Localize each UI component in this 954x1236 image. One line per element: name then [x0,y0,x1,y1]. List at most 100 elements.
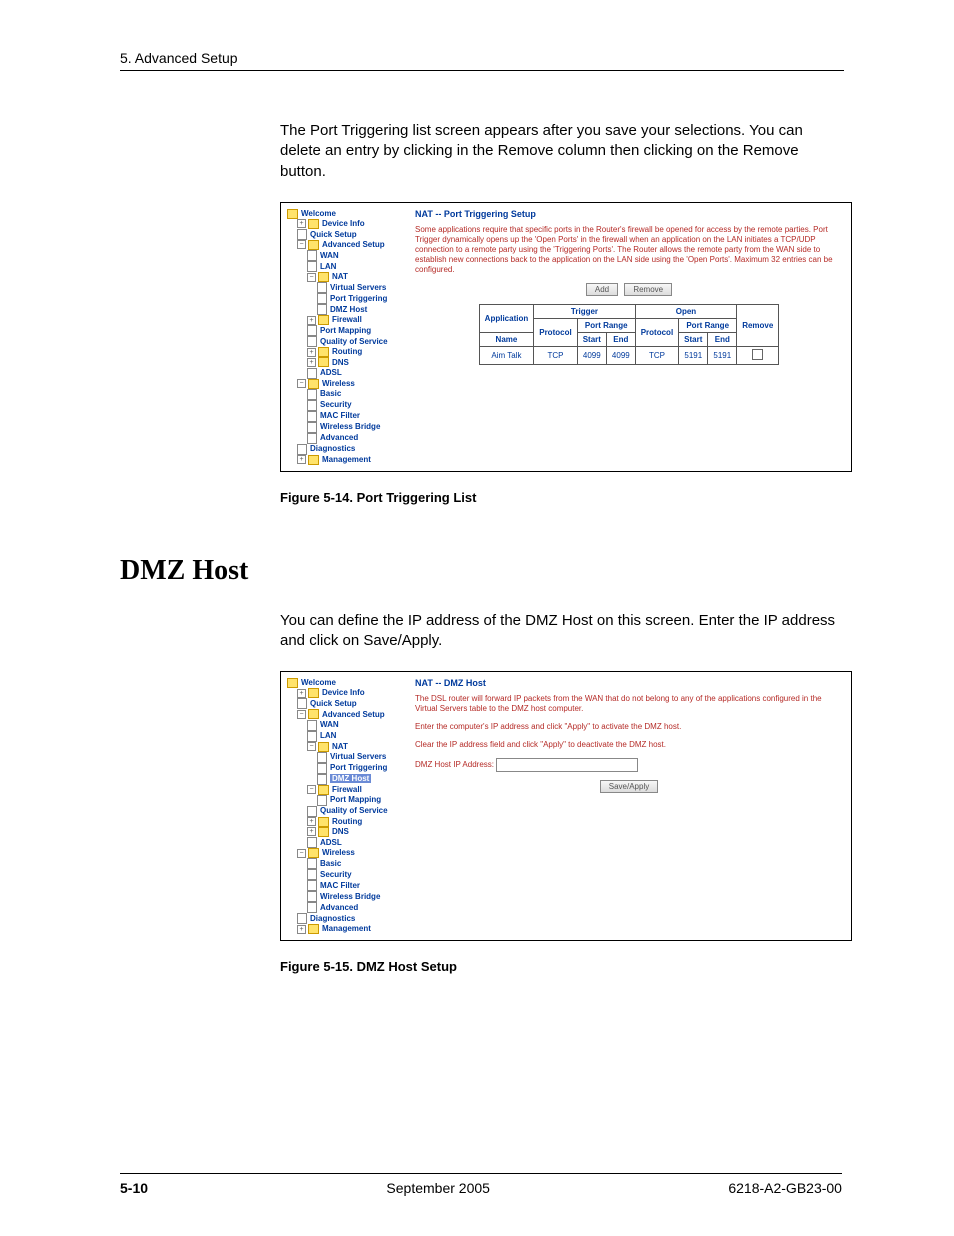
tree-diagnostics[interactable]: Diagnostics [297,914,355,923]
footer-doc-id: 6218-A2-GB23-00 [728,1180,842,1196]
tree-wireless[interactable]: Wireless [308,379,355,388]
figure-5-14-caption: Figure 5-14. Port Triggering List [280,490,844,505]
tree-wan[interactable]: WAN [307,251,339,260]
tree-wan[interactable]: WAN [307,720,339,729]
tree-quick-setup[interactable]: Quick Setup [297,699,357,708]
header-rule [120,70,844,71]
tree-lan[interactable]: LAN [307,262,336,271]
dmz-ip-input[interactable] [496,758,638,772]
tree-toggle[interactable]: + [297,925,306,934]
tree-welcome[interactable]: Welcome [287,678,336,687]
section-heading-dmz-host: DMZ Host [120,555,844,587]
th-application: Application [479,304,534,332]
tree-toggle[interactable]: − [297,849,306,858]
cell-open-start: 5191 [679,346,708,364]
tree-advanced-setup[interactable]: Advanced Setup [308,240,385,249]
tree-toggle[interactable]: − [297,379,306,388]
tree-wireless-bridge[interactable]: Wireless Bridge [307,422,380,431]
save-apply-button[interactable]: Save/Apply [600,780,658,793]
router-screenshot-dmz-host: Welcome +Device Info Quick Setup −Advanc… [280,671,852,941]
tree-qos[interactable]: Quality of Service [307,806,388,815]
tree-quick-setup[interactable]: Quick Setup [297,230,357,239]
tree-routing[interactable]: Routing [318,817,362,826]
tree-firewall[interactable]: Firewall [318,785,362,794]
router-content: NAT -- DMZ Host The DSL router will forw… [411,672,851,940]
table-row: Aim Talk TCP 4099 4099 TCP 5191 5191 [479,346,779,364]
tree-toggle[interactable]: + [297,219,306,228]
tree-mac-filter[interactable]: MAC Filter [307,881,360,890]
tree-device-info[interactable]: Device Info [308,688,365,697]
tree-mac-filter[interactable]: MAC Filter [307,411,360,420]
tree-nat[interactable]: NAT [318,272,348,281]
tree-advanced-setup[interactable]: Advanced Setup [308,710,385,719]
panel-title: NAT -- Port Triggering Setup [415,209,843,219]
tree-adsl[interactable]: ADSL [307,368,342,377]
add-button[interactable]: Add [586,283,618,296]
tree-port-triggering[interactable]: Port Triggering [317,294,387,303]
tree-toggle[interactable]: + [297,455,306,464]
dmz-ip-label: DMZ Host IP Address: [415,760,494,769]
tree-basic[interactable]: Basic [307,859,341,868]
tree-device-info[interactable]: Device Info [308,219,365,228]
tree-wireless-bridge[interactable]: Wireless Bridge [307,892,380,901]
cell-trigger-proto: TCP [534,346,577,364]
tree-dns[interactable]: DNS [318,358,349,367]
tree-toggle[interactable]: + [307,817,316,826]
tree-welcome[interactable]: Welcome [287,209,336,218]
tree-management[interactable]: Management [308,455,371,464]
panel-title: NAT -- DMZ Host [415,678,843,688]
tree-security[interactable]: Security [307,870,352,879]
tree-toggle[interactable]: + [297,689,306,698]
tree-advanced[interactable]: Advanced [307,903,358,912]
tree-routing[interactable]: Routing [318,347,362,356]
tree-management[interactable]: Management [308,924,371,933]
nav-tree: Welcome +Device Info Quick Setup −Advanc… [281,672,411,940]
tree-toggle[interactable]: + [307,316,316,325]
tree-toggle[interactable]: + [307,827,316,836]
router-content: NAT -- Port Triggering Setup Some applic… [411,203,851,471]
th-start: Start [679,332,708,346]
cell-open-end: 5191 [708,346,737,364]
figure-5-14: Welcome +Device Info Quick Setup −Advanc… [280,202,844,505]
page-footer: 5-10 September 2005 6218-A2-GB23-00 [120,1173,842,1196]
tree-port-mapping[interactable]: Port Mapping [317,795,381,804]
tree-dmz-host[interactable]: DMZ Host [317,774,371,783]
dmz-intro: You can define the IP address of the DMZ… [280,611,844,652]
tree-security[interactable]: Security [307,400,352,409]
tree-toggle[interactable]: − [307,742,316,751]
tree-toggle[interactable]: − [297,240,306,249]
tree-adsl[interactable]: ADSL [307,838,342,847]
tree-qos[interactable]: Quality of Service [307,337,388,346]
tree-dns[interactable]: DNS [318,827,349,836]
panel-line1: The DSL router will forward IP packets f… [415,694,843,714]
remove-checkbox[interactable] [752,349,763,360]
th-open: Open [635,304,736,318]
th-start: Start [577,332,606,346]
tree-toggle[interactable]: + [307,358,316,367]
tree-basic[interactable]: Basic [307,389,341,398]
tree-lan[interactable]: LAN [307,731,336,740]
th-port-range: Port Range [679,318,737,332]
tree-toggle[interactable]: + [307,348,316,357]
th-port-range: Port Range [577,318,635,332]
tree-advanced[interactable]: Advanced [307,433,358,442]
tree-diagnostics[interactable]: Diagnostics [297,444,355,453]
figure-5-15-caption: Figure 5-15. DMZ Host Setup [280,959,844,974]
footer-date: September 2005 [386,1180,490,1196]
page-number: 5-10 [120,1180,148,1196]
tree-toggle[interactable]: − [297,710,306,719]
tree-port-mapping[interactable]: Port Mapping [307,326,371,335]
tree-firewall[interactable]: Firewall [318,315,362,324]
tree-dmz-host[interactable]: DMZ Host [317,305,367,314]
tree-wireless[interactable]: Wireless [308,848,355,857]
tree-port-triggering[interactable]: Port Triggering [317,763,387,772]
cell-open-proto: TCP [635,346,678,364]
tree-virtual-servers[interactable]: Virtual Servers [317,283,386,292]
remove-button[interactable]: Remove [624,283,672,296]
th-name: Name [479,332,534,346]
tree-toggle[interactable]: − [307,273,316,282]
tree-virtual-servers[interactable]: Virtual Servers [317,752,386,761]
tree-toggle[interactable]: − [307,785,316,794]
th-protocol: Protocol [635,318,678,346]
tree-nat[interactable]: NAT [318,742,348,751]
